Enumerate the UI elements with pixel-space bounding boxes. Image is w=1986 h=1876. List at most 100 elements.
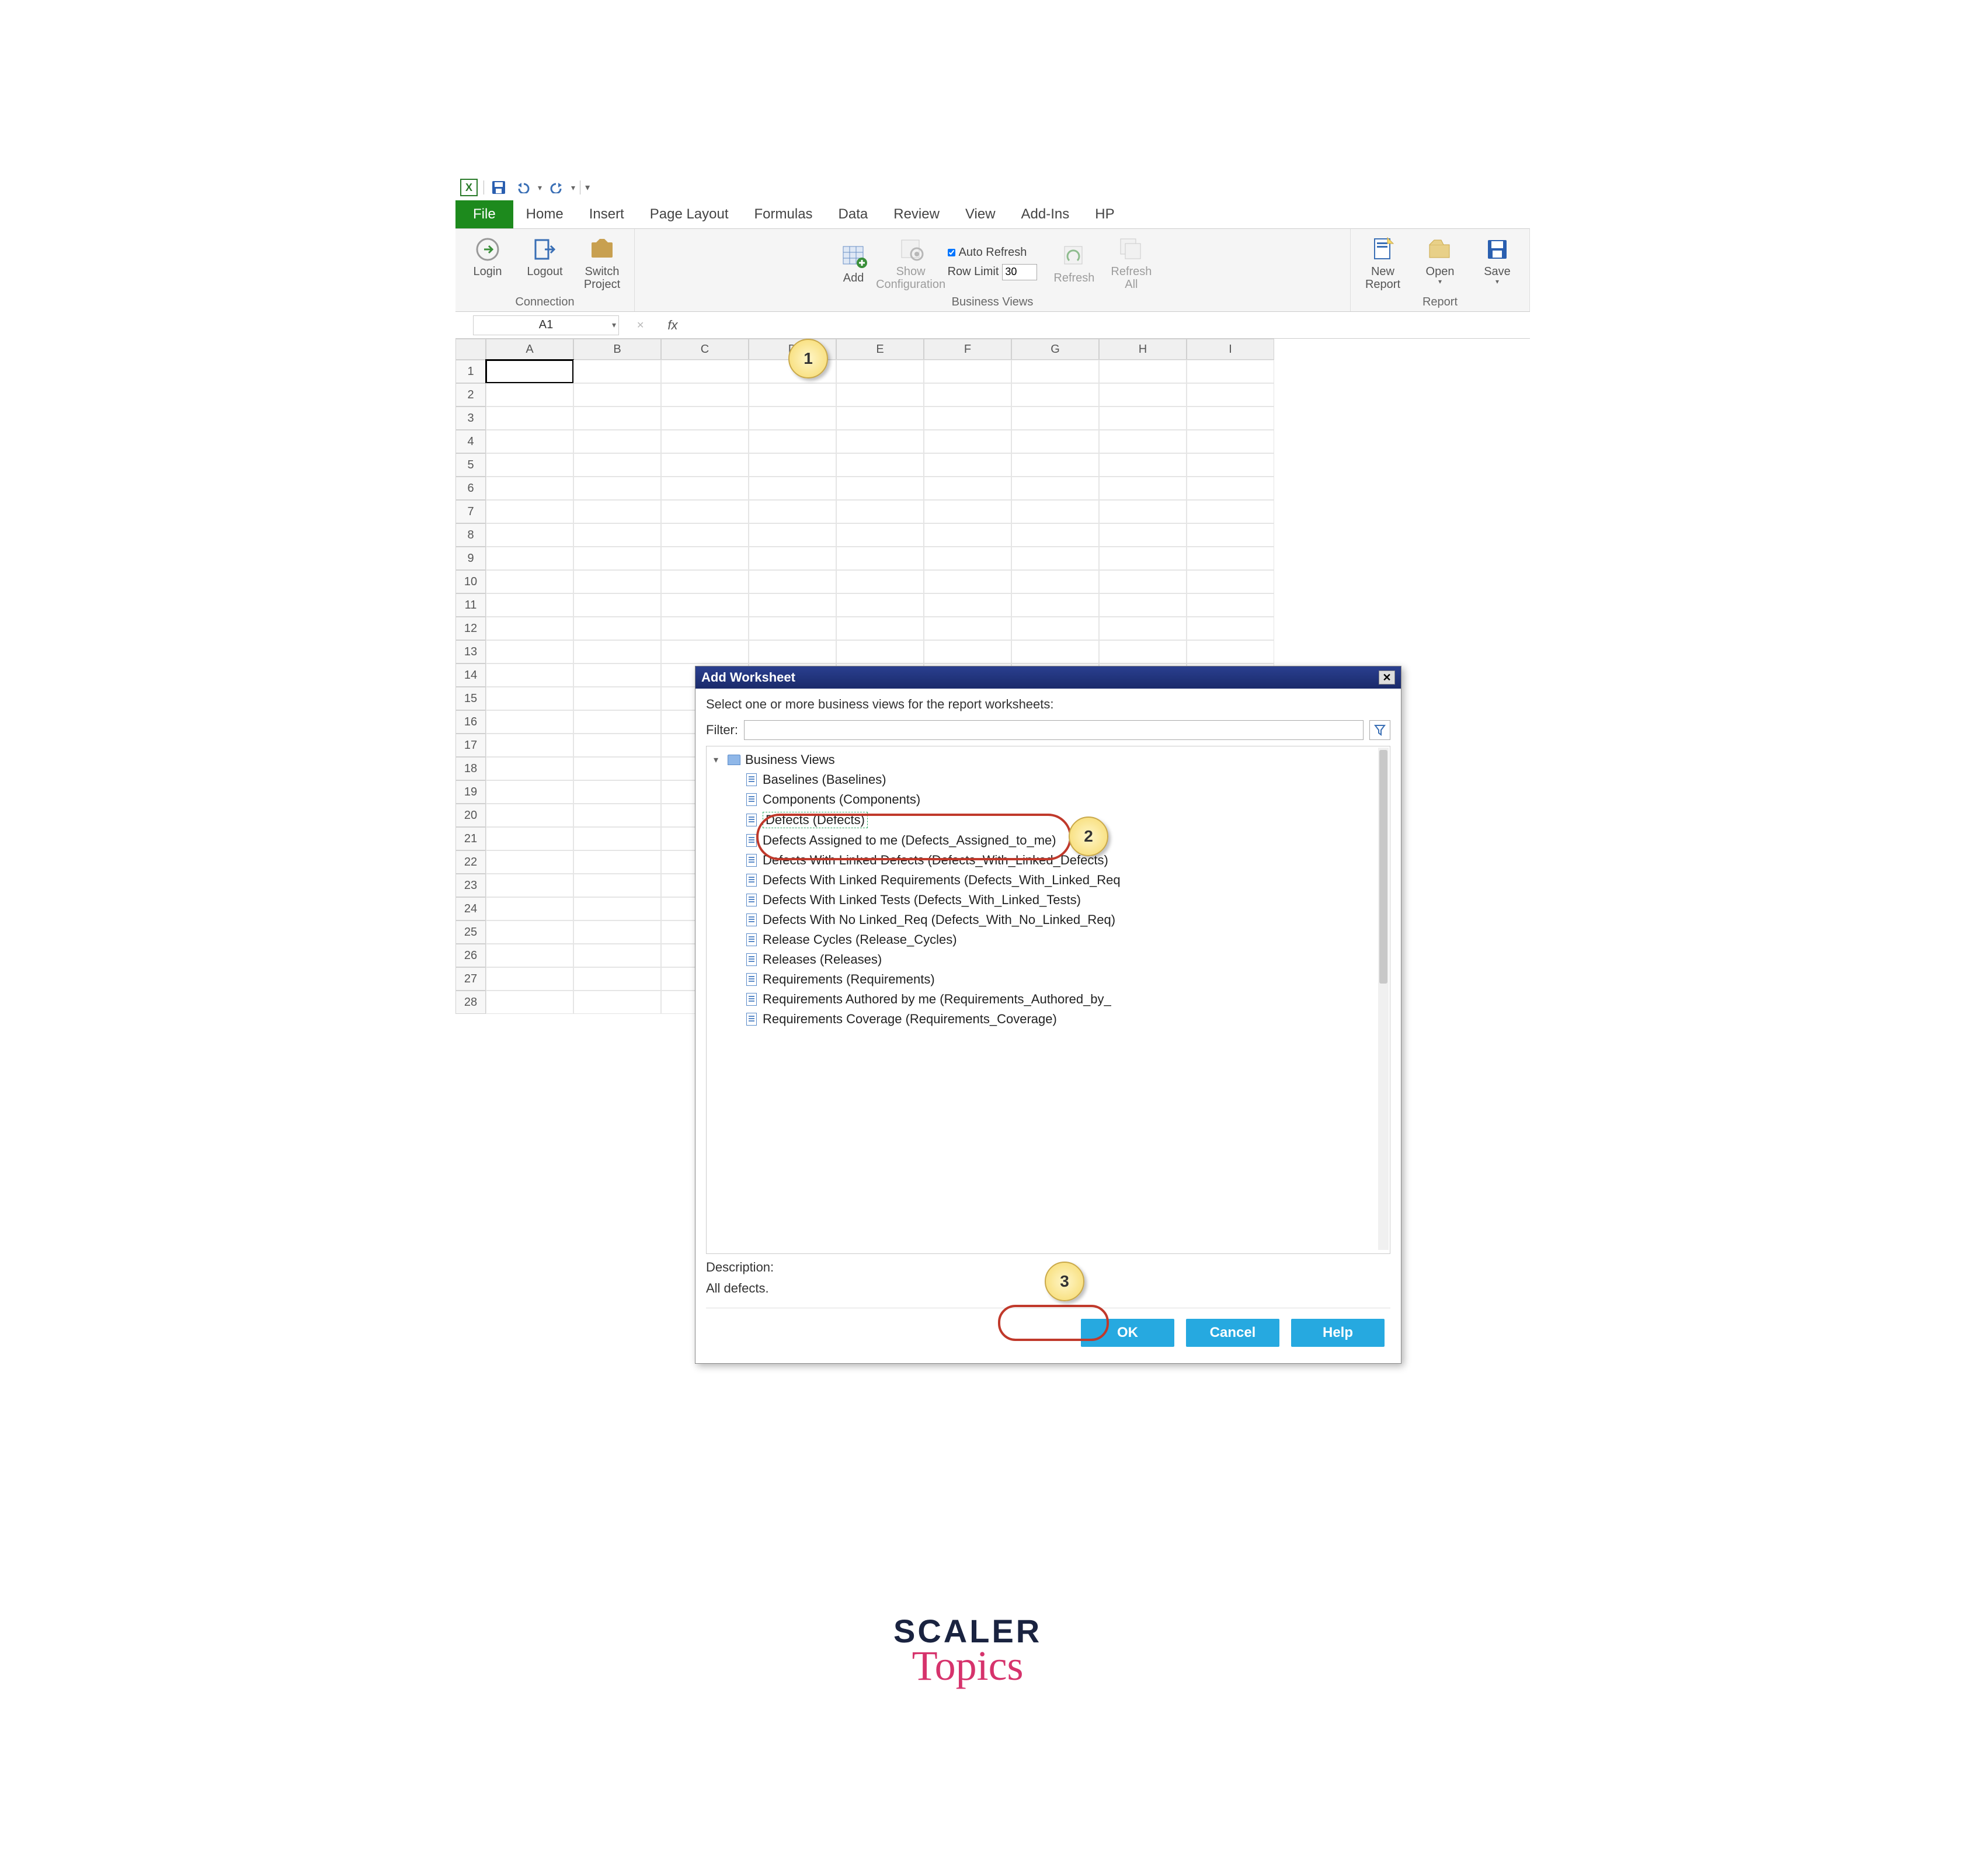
- filter-input[interactable]: [744, 720, 1364, 740]
- cell[interactable]: [924, 407, 1011, 430]
- login-button[interactable]: Login: [461, 232, 514, 280]
- cell[interactable]: [486, 360, 573, 383]
- column-header[interactable]: A: [486, 339, 573, 360]
- cell[interactable]: [836, 500, 924, 523]
- cell[interactable]: [486, 991, 573, 1014]
- tree-item[interactable]: Defects (Defects): [711, 810, 1385, 831]
- worksheet-grid[interactable]: ABCDEFGHI 123456789101112131415161718192…: [455, 339, 1530, 1014]
- cell[interactable]: [486, 757, 573, 780]
- cell[interactable]: [1187, 547, 1274, 570]
- cell[interactable]: [573, 757, 661, 780]
- cell[interactable]: [573, 453, 661, 477]
- cell[interactable]: [749, 570, 836, 593]
- cell[interactable]: [573, 897, 661, 920]
- cell[interactable]: [573, 920, 661, 944]
- column-header[interactable]: C: [661, 339, 749, 360]
- tab-home[interactable]: Home: [513, 200, 576, 228]
- cell[interactable]: [749, 430, 836, 453]
- cell[interactable]: [1099, 477, 1187, 500]
- cell[interactable]: [661, 383, 749, 407]
- cell[interactable]: [1187, 430, 1274, 453]
- qat-customize-icon[interactable]: ▾: [585, 182, 590, 193]
- cell[interactable]: [1187, 640, 1274, 663]
- tree-item[interactable]: Defects Assigned to me (Defects_Assigned…: [711, 831, 1385, 850]
- cell[interactable]: [749, 547, 836, 570]
- tree-item[interactable]: Releases (Releases): [711, 950, 1385, 970]
- cell[interactable]: [1187, 570, 1274, 593]
- cell[interactable]: [924, 617, 1011, 640]
- tab-add-ins[interactable]: Add-Ins: [1008, 200, 1083, 228]
- cell[interactable]: [1099, 453, 1187, 477]
- row-header[interactable]: 18: [455, 757, 486, 780]
- cell[interactable]: [573, 710, 661, 734]
- cell[interactable]: [836, 640, 924, 663]
- cell[interactable]: [836, 523, 924, 547]
- row-header[interactable]: 10: [455, 570, 486, 593]
- cell[interactable]: [836, 453, 924, 477]
- row-header[interactable]: 3: [455, 407, 486, 430]
- cell[interactable]: [1187, 383, 1274, 407]
- column-header[interactable]: E: [836, 339, 924, 360]
- cell[interactable]: [661, 640, 749, 663]
- cell[interactable]: [1011, 383, 1099, 407]
- redo-icon[interactable]: [547, 178, 566, 197]
- cell[interactable]: [836, 617, 924, 640]
- cell[interactable]: [573, 360, 661, 383]
- tree-item[interactable]: Requirements Authored by me (Requirement…: [711, 989, 1385, 1009]
- cell[interactable]: [1187, 453, 1274, 477]
- cell[interactable]: [924, 570, 1011, 593]
- cell[interactable]: [573, 780, 661, 804]
- cell[interactable]: [486, 827, 573, 850]
- tree-item[interactable]: Requirements Coverage (Requirements_Cove…: [711, 1009, 1385, 1029]
- cell[interactable]: [924, 500, 1011, 523]
- cell[interactable]: [924, 453, 1011, 477]
- row-header[interactable]: 7: [455, 500, 486, 523]
- tab-hp[interactable]: HP: [1082, 200, 1127, 228]
- cell[interactable]: [924, 640, 1011, 663]
- cell[interactable]: [486, 500, 573, 523]
- row-header[interactable]: 26: [455, 944, 486, 967]
- cell[interactable]: [661, 453, 749, 477]
- row-header[interactable]: 20: [455, 804, 486, 827]
- cell[interactable]: [661, 430, 749, 453]
- cell[interactable]: [661, 360, 749, 383]
- cell[interactable]: [749, 407, 836, 430]
- row-limit-input[interactable]: [1002, 264, 1037, 280]
- cell[interactable]: [661, 593, 749, 617]
- row-header[interactable]: 1: [455, 360, 486, 383]
- cell[interactable]: [573, 500, 661, 523]
- tree-item[interactable]: Defects With Linked Requirements (Defect…: [711, 870, 1385, 890]
- cell[interactable]: [1187, 360, 1274, 383]
- cell[interactable]: [1011, 453, 1099, 477]
- cell[interactable]: [924, 477, 1011, 500]
- row-header[interactable]: 9: [455, 547, 486, 570]
- cell[interactable]: [486, 967, 573, 991]
- auto-refresh-input[interactable]: [948, 249, 955, 256]
- tab-page-layout[interactable]: Page Layout: [637, 200, 742, 228]
- cell[interactable]: [573, 734, 661, 757]
- cell[interactable]: [661, 407, 749, 430]
- cell[interactable]: [1011, 547, 1099, 570]
- cell[interactable]: [1099, 570, 1187, 593]
- name-box[interactable]: A1 ▾: [473, 315, 619, 335]
- cell[interactable]: [573, 570, 661, 593]
- cell[interactable]: [749, 617, 836, 640]
- cell[interactable]: [573, 874, 661, 897]
- cell[interactable]: [1099, 617, 1187, 640]
- cell[interactable]: [1011, 407, 1099, 430]
- cell[interactable]: [661, 523, 749, 547]
- cell[interactable]: [1011, 500, 1099, 523]
- cell[interactable]: [1011, 523, 1099, 547]
- cell[interactable]: [486, 383, 573, 407]
- cell[interactable]: [1099, 547, 1187, 570]
- cell[interactable]: [486, 617, 573, 640]
- cell[interactable]: [486, 570, 573, 593]
- tree-scrollbar[interactable]: [1378, 748, 1389, 1250]
- cell[interactable]: [1099, 523, 1187, 547]
- cell[interactable]: [749, 477, 836, 500]
- tab-file[interactable]: File: [455, 200, 513, 228]
- cell[interactable]: [1099, 593, 1187, 617]
- cell[interactable]: [573, 663, 661, 687]
- row-header[interactable]: 24: [455, 897, 486, 920]
- tree-item[interactable]: Requirements (Requirements): [711, 970, 1385, 989]
